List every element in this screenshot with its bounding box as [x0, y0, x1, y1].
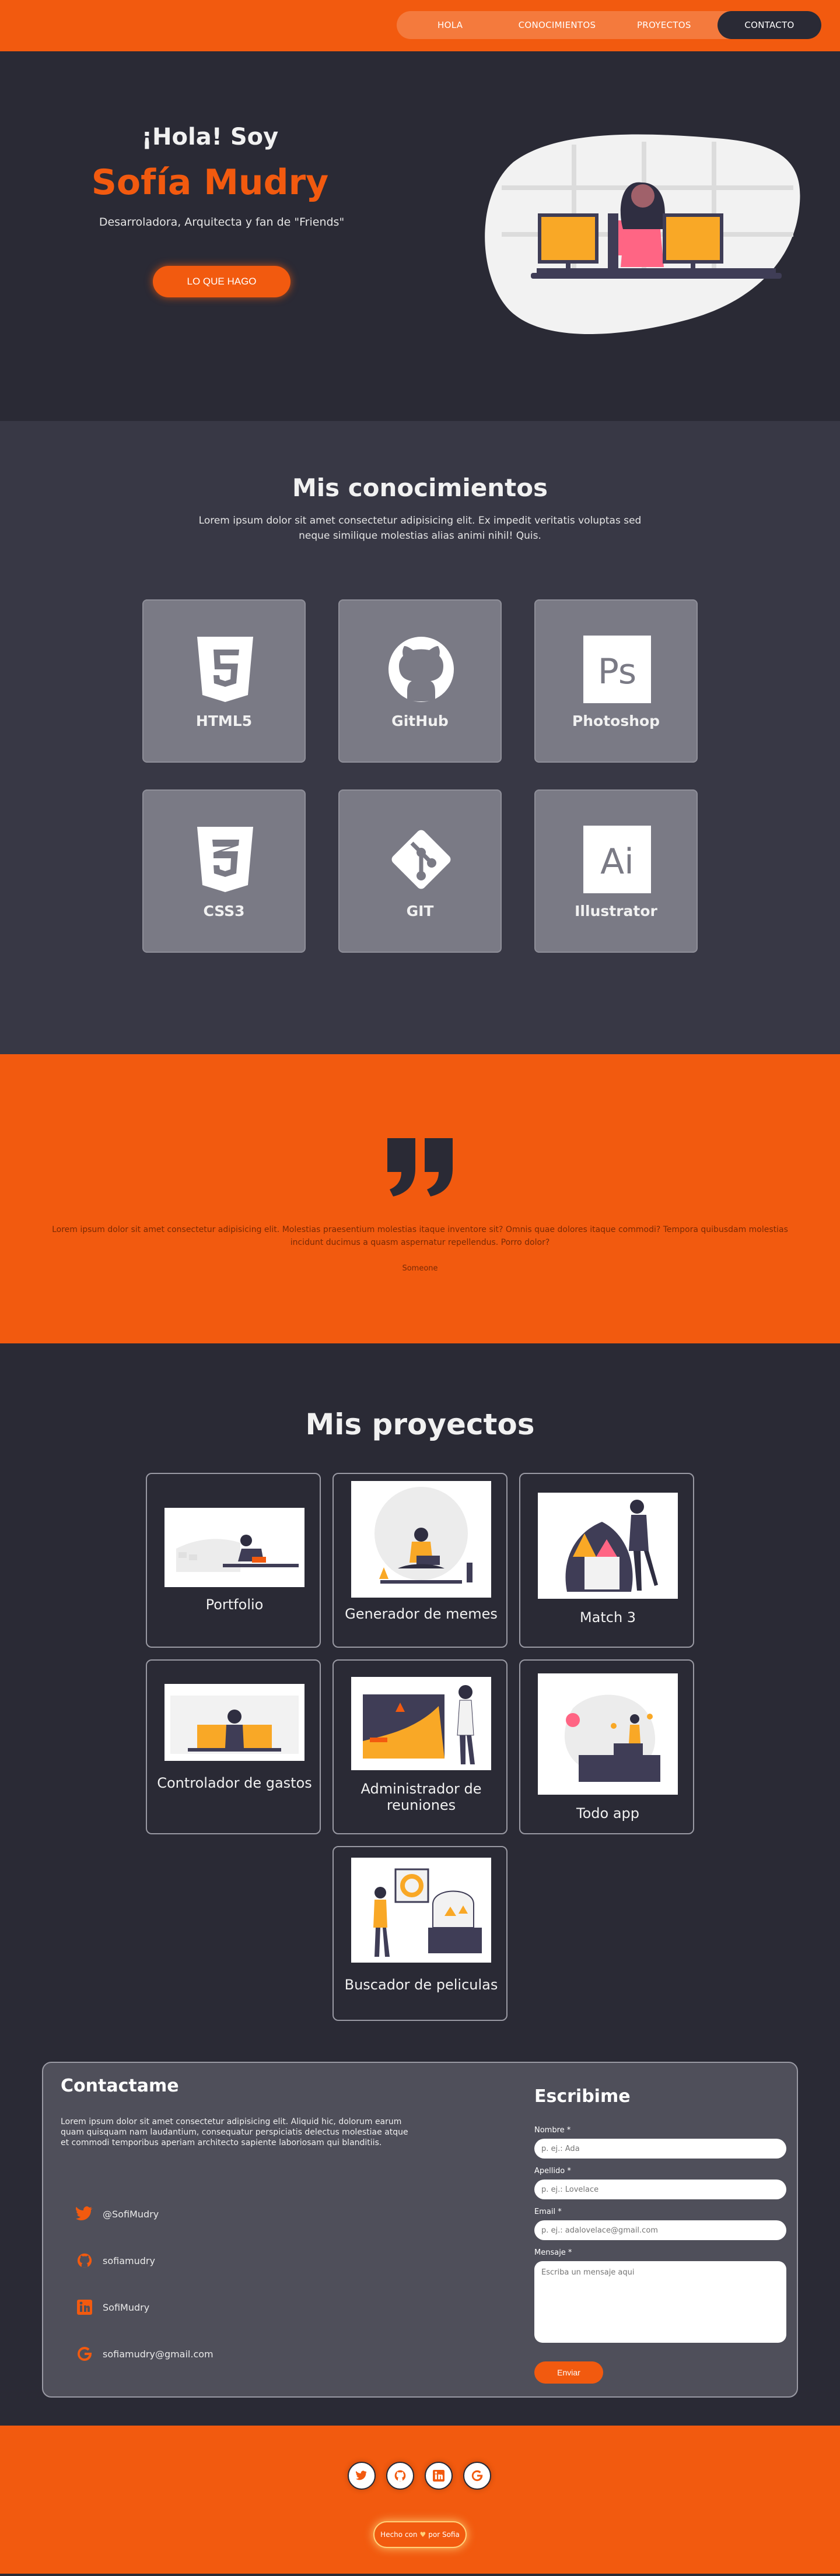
project-image: [164, 1684, 304, 1761]
project-label: Portfolio: [205, 1596, 264, 1613]
project-card-gastos[interactable]: Controlador de gastos: [146, 1659, 321, 1834]
social-link-twitter[interactable]: @SofiMudry: [76, 2205, 159, 2223]
footer: Hecho con ♥ por Sofia: [0, 2426, 840, 2574]
project-label: Buscador de peliculas: [344, 1977, 498, 1993]
footer-social-icons: [348, 2462, 492, 2492]
quote-section: Lorem ipsum dolor sit amet consectetur a…: [0, 1054, 840, 1343]
contact-card: Contactame Lorem ipsum dolor sit amet co…: [42, 2062, 798, 2398]
contact-section: Contactame Lorem ipsum dolor sit amet co…: [0, 2062, 840, 2426]
knowledge-description: Lorem ipsum dolor sit amet consectetur a…: [198, 515, 642, 542]
footer-linkedin-icon[interactable]: [425, 2462, 453, 2490]
twitter-icon: [76, 2205, 93, 2223]
what-i-do-button[interactable]: LO QUE HAGO: [153, 266, 290, 297]
nav-link-hola[interactable]: HOLA: [397, 20, 503, 30]
hero-illustration: [485, 134, 800, 334]
social-label: @SofiMudry: [103, 2208, 159, 2220]
project-image: [164, 1508, 304, 1587]
project-image: [351, 1858, 491, 1963]
send-button[interactable]: Enviar: [534, 2361, 603, 2384]
social-label: SofiMudry: [103, 2301, 150, 2313]
project-image: [538, 1673, 678, 1795]
css3-icon: [197, 827, 253, 892]
email-input[interactable]: [534, 2220, 786, 2240]
skill-card-github: GitHub: [338, 599, 502, 763]
contact-title: Contactame: [61, 2076, 179, 2096]
projects-title: Mis proyectos: [305, 1408, 535, 1441]
made-suffix: por Sofia: [428, 2531, 460, 2539]
github-icon: [388, 637, 454, 702]
skill-label: CSS3: [203, 903, 245, 920]
project-card-todo[interactable]: Todo app: [519, 1659, 694, 1834]
skill-label: GIT: [406, 903, 434, 920]
footer-google-icon[interactable]: [463, 2462, 491, 2490]
html5-icon: [197, 637, 253, 702]
hero-greeting: ¡Hola! Soy: [141, 124, 279, 150]
project-label: Match 3: [579, 1609, 636, 1626]
social-link-github[interactable]: sofiamudry: [76, 2252, 155, 2269]
heart-icon: ♥: [419, 2531, 426, 2539]
photoshop-icon: Ps: [583, 636, 651, 703]
social-label: sofiamudry@gmail.com: [103, 2348, 214, 2360]
github-icon: [76, 2252, 93, 2269]
name-input[interactable]: [534, 2139, 786, 2159]
project-label: Administrador de reuniones: [360, 1781, 482, 1813]
hero-section: ¡Hola! Soy Sofía Mudry Desarroladora, Ar…: [0, 51, 840, 421]
svg-text:Ai: Ai: [600, 841, 634, 882]
project-card-reuniones[interactable]: Administrador de reuniones: [332, 1659, 508, 1834]
project-label: Todo app: [576, 1805, 639, 1822]
project-card-memes[interactable]: Generador de memes: [332, 1473, 508, 1648]
hero-name: Sofía Mudry: [91, 162, 329, 203]
projects-section: Mis proyectos Portfolio Generador de mem…: [0, 1343, 840, 2062]
footer-twitter-icon[interactable]: [348, 2462, 376, 2490]
made-with-love-badge: Hecho con ♥ por Sofia: [373, 2521, 467, 2548]
message-textarea[interactable]: [534, 2261, 786, 2343]
project-label: Controlador de gastos: [157, 1775, 312, 1791]
footer-github-icon[interactable]: [386, 2462, 414, 2490]
nav-link-proyectos[interactable]: PROYECTOS: [611, 20, 718, 30]
social-link-linkedin[interactable]: SofiMudry: [76, 2298, 149, 2316]
lastname-label: Apellido *: [534, 2167, 571, 2175]
project-image: [351, 1481, 491, 1598]
quote-text: Lorem ipsum dolor sit amet consectetur a…: [52, 1225, 788, 1247]
skill-card-illustrator: Ai Illustrator: [534, 789, 698, 953]
message-label: Mensaje *: [534, 2248, 572, 2257]
lastname-input[interactable]: [534, 2180, 786, 2199]
skill-card-html5: HTML5: [142, 599, 306, 763]
project-card-peliculas[interactable]: Buscador de peliculas: [332, 1846, 508, 2021]
google-icon: [76, 2345, 93, 2363]
project-label: Generador de memes: [345, 1606, 498, 1622]
skill-card-css3: CSS3: [142, 789, 306, 953]
nav-link-conocimientos[interactable]: CONOCIMIENTOS: [503, 20, 610, 30]
svg-text:Ps: Ps: [598, 651, 636, 692]
skill-label: HTML5: [195, 713, 253, 729]
project-card-match3[interactable]: Match 3: [519, 1473, 694, 1648]
skill-card-photoshop: Ps Photoshop: [534, 599, 698, 763]
illustrator-icon: Ai: [583, 826, 651, 893]
form-title: Escribime: [534, 2086, 631, 2107]
knowledge-title: Mis conocimientos: [292, 473, 548, 502]
made-prefix: Hecho con: [380, 2531, 418, 2539]
skill-label: Illustrator: [575, 903, 657, 920]
knowledge-section: Mis conocimientos Lorem ipsum dolor sit …: [0, 421, 840, 1054]
name-label: Nombre *: [534, 2126, 571, 2135]
hero-subtitle: Desarroladora, Arquitecta y fan de "Frie…: [99, 216, 345, 229]
project-image: [538, 1493, 678, 1599]
nav-link-contacto[interactable]: CONTACTO: [717, 11, 821, 39]
social-label: sofiamudry: [103, 2255, 155, 2266]
skill-label: GitHub: [391, 713, 449, 729]
nav-menu: HOLA CONOCIMIENTOS PROYECTOS CONTACTO: [397, 11, 821, 39]
skill-label: Photoshop: [572, 713, 660, 729]
skill-card-git: GIT: [338, 789, 502, 953]
project-card-portfolio[interactable]: Portfolio: [146, 1473, 321, 1648]
quote-author: Someone: [402, 1264, 438, 1273]
quote-icon: [387, 1138, 453, 1196]
top-navbar: HOLA CONOCIMIENTOS PROYECTOS CONTACTO: [0, 0, 840, 51]
social-link-email[interactable]: sofiamudry@gmail.com: [76, 2345, 214, 2363]
email-label: Email *: [534, 2208, 562, 2216]
contact-description: Lorem ipsum dolor sit amet consectetur a…: [61, 2117, 408, 2147]
linkedin-icon: [76, 2298, 93, 2316]
project-image: [351, 1677, 491, 1770]
git-icon: [391, 830, 451, 889]
